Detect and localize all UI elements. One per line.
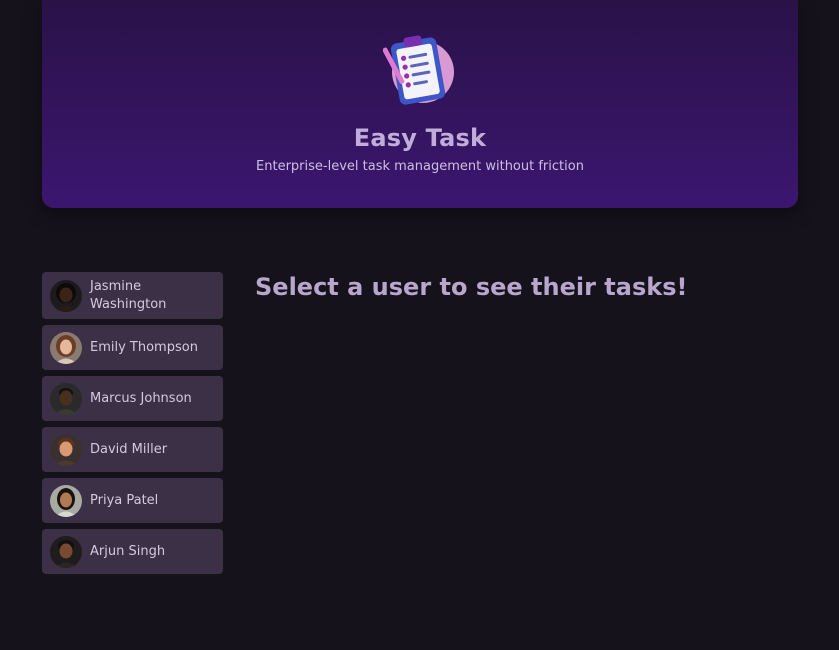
user-name: Marcus Johnson [90, 390, 192, 406]
user-item-jasmine-washington[interactable]: Jasmine Washington [42, 272, 223, 319]
user-avatar [50, 382, 82, 415]
user-name: David Miller [90, 441, 168, 457]
app-header: Easy Task Enterprise-level task manageme… [42, 0, 798, 208]
user-name: Jasmine Washington [90, 278, 167, 312]
user-avatar [50, 535, 82, 568]
user-item-priya-patel[interactable]: Priya Patel [42, 478, 223, 523]
clipboard-checklist-icon [383, 35, 454, 105]
user-avatar [50, 484, 82, 517]
user-name: Arjun Singh [90, 543, 166, 559]
user-avatar [50, 279, 82, 312]
user-list: Jasmine Washington Emily Thompson Marcus… [42, 272, 223, 580]
user-item-david-miller[interactable]: David Miller [42, 427, 223, 472]
user-name: Emily Thompson [90, 339, 198, 355]
select-user-prompt: Select a user to see their tasks! [255, 273, 688, 301]
app-title: Easy Task [353, 124, 487, 152]
user-item-arjun-singh[interactable]: Arjun Singh [42, 529, 223, 574]
user-avatar [50, 331, 82, 364]
user-name: Priya Patel [90, 492, 159, 508]
user-item-marcus-johnson[interactable]: Marcus Johnson [42, 376, 223, 421]
user-item-emily-thompson[interactable]: Emily Thompson [42, 325, 223, 370]
user-avatar [50, 433, 82, 466]
app-subtitle: Enterprise-level task management without… [256, 159, 584, 174]
